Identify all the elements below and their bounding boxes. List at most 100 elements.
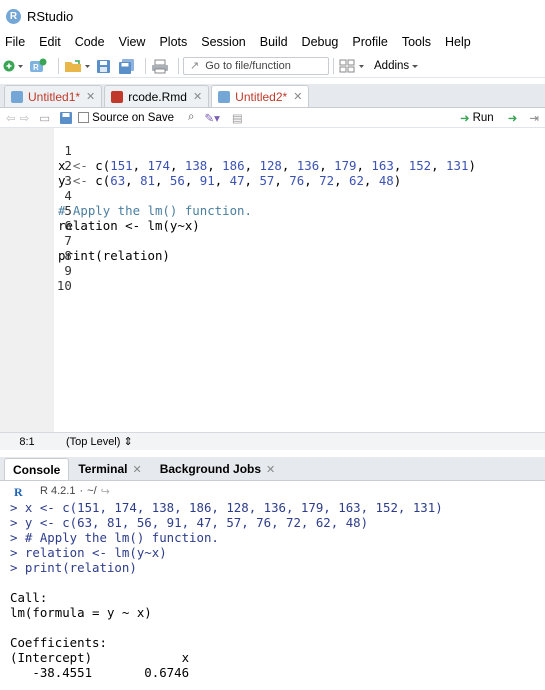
tab-background-jobs[interactable]: Background Jobs ✕ — [151, 458, 285, 480]
document-outline-icon[interactable]: ▤ — [232, 111, 243, 125]
search-icon[interactable]: ⌕ — [188, 111, 194, 124]
editor-line: 2 y <- c(63, 81, 56, 91, 47, 57, 76, 72,… — [0, 143, 401, 188]
menu-bar: File Edit Code View Plots Session Build … — [0, 32, 545, 52]
console-line: -38.4551 0.6746 — [10, 665, 190, 680]
code-editor[interactable]: 1 x <- c(151, 174, 138, 186, 128, 136, 1… — [0, 128, 545, 432]
editor-toolbar: ⇦ ⇨ ▭ Source on Save ⌕ ✎▾ ▤ ➜ Run ➜ ⇥ — [0, 108, 545, 128]
code-line-4: # Apply the lm() function. — [58, 203, 252, 218]
workspace-panes-button[interactable] — [338, 57, 366, 75]
line-number: 3 — [64, 173, 72, 188]
close-icon[interactable]: ✕ — [132, 463, 141, 476]
save-all-icon — [119, 58, 134, 74]
menu-profile[interactable]: Profile — [350, 35, 395, 49]
menu-build[interactable]: Build — [258, 35, 296, 49]
save-icon[interactable] — [58, 111, 74, 125]
editor-line: 3 — [0, 158, 71, 188]
tab-terminal[interactable]: Terminal ✕ — [69, 458, 150, 480]
main-toolbar: R ↗ Go to file/function Addins — [0, 54, 545, 78]
scope-selector[interactable]: (Top Level) ⇕ — [66, 435, 133, 448]
close-icon[interactable]: ✕ — [193, 90, 202, 103]
menu-debug[interactable]: Debug — [300, 35, 347, 49]
line-number: 5 — [64, 203, 72, 218]
tab-rcode-rmd[interactable]: rcode.Rmd ✕ — [104, 85, 210, 107]
line-number: 4 — [64, 188, 72, 203]
console-line: > relation <- lm(y~x) — [10, 545, 167, 560]
source-on-save-checkbox[interactable] — [78, 112, 90, 123]
new-file-button[interactable] — [2, 57, 24, 75]
r-script-icon — [11, 90, 23, 103]
menu-help[interactable]: Help — [443, 35, 479, 49]
tab-label: rcode.Rmd — [128, 89, 187, 104]
menu-view[interactable]: View — [117, 35, 154, 49]
forward-arrow-icon[interactable]: ⇨ — [20, 111, 30, 125]
cursor-position: 8:1 — [19, 435, 35, 448]
chevron-down-icon — [412, 64, 419, 68]
editor-line: 5 relation <- lm(y~x) — [0, 188, 200, 233]
go-to-directory-icon[interactable]: ↪ — [101, 485, 110, 498]
editor-line: 10 — [0, 263, 72, 293]
folder-open-icon — [65, 59, 90, 72]
print-icon — [152, 59, 168, 73]
updown-icon: ⇕ — [123, 436, 133, 448]
run-button[interactable]: ➜ Run ➜ ⇥ — [460, 111, 539, 125]
close-icon[interactable]: ✕ — [266, 463, 275, 476]
new-project-button[interactable]: R — [28, 57, 50, 75]
run-arrow-icon: ➜ — [459, 112, 470, 125]
toolbar-separator — [333, 57, 334, 74]
addins-label: Addins — [374, 59, 410, 72]
new-project-icon: R — [30, 58, 47, 72]
back-arrow-icon[interactable]: ⇦ — [6, 111, 16, 125]
console-line: > y <- c(63, 81, 56, 91, 47, 57, 76, 72,… — [10, 515, 369, 530]
console-output[interactable]: > x <- c(151, 174, 138, 186, 128, 136, 1… — [0, 500, 545, 690]
menu-plots[interactable]: Plots — [157, 35, 195, 49]
code-tools-wand-icon[interactable]: ✎▾ — [204, 111, 219, 125]
console-line: > print(relation) — [10, 560, 137, 575]
line-number: 9 — [64, 263, 72, 278]
save-all-button[interactable] — [117, 57, 137, 75]
menu-session[interactable]: Session — [199, 35, 253, 49]
svg-text:R: R — [33, 63, 39, 72]
line-number: 7 — [64, 233, 72, 248]
r-version: R 4.2.1 — [40, 485, 76, 497]
go-to-placeholder: Go to file/function — [205, 59, 291, 72]
console-line: Call: — [10, 590, 48, 605]
line-number: 1 — [64, 143, 72, 158]
line-number: 6 — [64, 218, 72, 233]
addins-dropdown[interactable]: Addins — [374, 57, 421, 75]
source-icon[interactable]: ⇥ — [529, 111, 539, 125]
save-icon — [97, 59, 110, 73]
code-line-2: y <- c(63, 81, 56, 91, 47, 57, 76, 72, 6… — [58, 173, 402, 188]
tab-untitled2[interactable]: Untitled2* ✕ — [211, 85, 310, 107]
rerun-icon[interactable]: ➜ — [508, 111, 518, 125]
rmd-file-icon — [111, 90, 124, 103]
r-script-icon — [218, 90, 231, 103]
tab-untitled1[interactable]: Untitled1* ✕ — [4, 85, 103, 107]
menu-code[interactable]: Code — [73, 35, 113, 49]
open-file-button[interactable] — [63, 57, 91, 75]
menu-edit[interactable]: Edit — [37, 35, 69, 49]
editor-line: 8 — [0, 233, 71, 263]
line-number: 8 — [64, 248, 72, 263]
console-line: > # Apply the lm() function. — [10, 530, 219, 545]
tab-label: Terminal — [78, 462, 128, 476]
console-line: lm(formula = y ~ x) — [10, 605, 152, 620]
code-line-1: x <- c(151, 174, 138, 186, 128, 136, 179… — [58, 158, 476, 173]
toolbar-separator — [178, 57, 179, 74]
console-line: (Intercept) x — [10, 650, 190, 665]
separator-dot: · — [79, 485, 84, 497]
tab-label: Background Jobs — [159, 462, 262, 476]
line-number: 10 — [56, 278, 72, 293]
editor-line: 6 — [0, 203, 71, 233]
print-button[interactable] — [150, 57, 170, 75]
menu-file[interactable]: File — [3, 35, 33, 49]
close-icon[interactable]: ✕ — [293, 90, 302, 103]
working-directory[interactable]: ~/ — [87, 485, 96, 497]
save-button[interactable] — [95, 57, 113, 75]
tab-console[interactable]: Console — [4, 458, 70, 480]
window-title: RStudio — [27, 8, 74, 24]
r-logo-icon: R — [14, 485, 23, 499]
go-to-file-input[interactable]: ↗ Go to file/function — [183, 56, 329, 75]
close-icon[interactable]: ✕ — [86, 90, 95, 103]
menu-tools[interactable]: Tools — [400, 35, 439, 49]
show-in-window-icon[interactable]: ▭ — [39, 111, 50, 125]
